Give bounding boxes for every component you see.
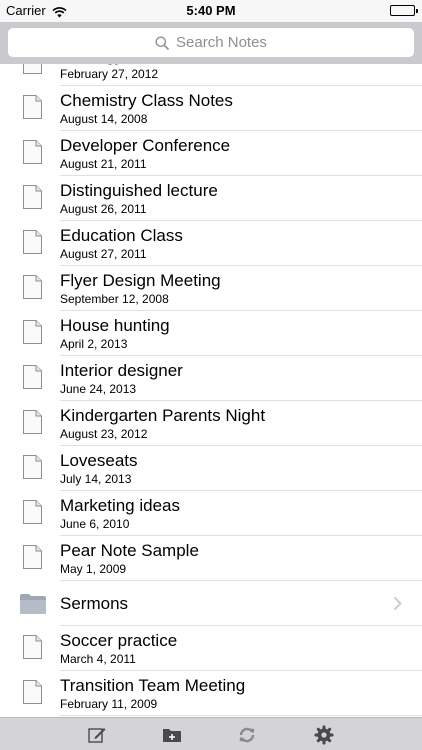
folder-row[interactable]: Sermons: [0, 581, 422, 626]
note-row[interactable]: Chemistry Class Notes August 14, 2008: [0, 86, 422, 131]
document-icon: [23, 320, 42, 344]
note-title: Chemistry Class Notes: [60, 91, 233, 110]
document-icon: [23, 635, 42, 659]
note-row[interactable]: Education Class August 27, 2011: [0, 221, 422, 266]
note-row[interactable]: Loveseats July 14, 2013: [0, 446, 422, 491]
document-icon: [23, 365, 42, 389]
note-date: April 2, 2013: [60, 337, 128, 351]
note-date: February 11, 2009: [60, 697, 158, 711]
folder-icon: [19, 593, 47, 615]
note-row[interactable]: House hunting April 2, 2013: [0, 311, 422, 356]
battery-icon: [390, 5, 418, 16]
document-icon: [23, 275, 42, 299]
document-icon: [23, 500, 42, 524]
document-icon: [23, 140, 42, 164]
note-row[interactable]: StrategyFebruary 27, 2012: [0, 64, 422, 86]
search-bar: Search Notes: [0, 22, 422, 64]
note-date: August 21, 2011: [60, 157, 147, 171]
note-title: Pear Note Sample: [60, 541, 199, 560]
note-row[interactable]: Kindergarten Parents Night August 23, 201…: [0, 401, 422, 446]
document-icon: [23, 455, 42, 479]
search-icon: [155, 36, 169, 50]
note-date: September 12, 2008: [60, 292, 169, 306]
note-row[interactable]: Distinguished lecture August 26, 2011: [0, 176, 422, 221]
document-icon: [23, 95, 42, 119]
document-icon: [23, 64, 42, 74]
note-row[interactable]: Flyer Design Meeting September 12, 2008: [0, 266, 422, 311]
document-icon: [23, 185, 42, 209]
note-row[interactable]: Pear Note Sample May 1, 2009: [0, 536, 422, 581]
note-date: July 14, 2013: [60, 472, 132, 486]
document-icon: [23, 545, 42, 569]
folder-title: Sermons: [60, 594, 129, 613]
note-title: Developer Conference: [60, 136, 231, 155]
note-date: August 14, 2008: [60, 112, 148, 126]
note-title: Loveseats: [60, 451, 138, 470]
search-placeholder: Search Notes: [176, 34, 267, 51]
note-title: Transition Team Meeting: [60, 676, 246, 695]
note-row[interactable]: Soccer practice March 4, 2011: [0, 626, 422, 671]
note-date: August 23, 2012: [60, 427, 148, 441]
note-date: June 24, 2013: [60, 382, 137, 396]
note-date: August 26, 2011: [60, 202, 147, 216]
compose-icon[interactable]: [86, 724, 108, 746]
note-row[interactable]: Marketing ideas June 6, 2010: [0, 491, 422, 536]
note-date: February 27, 2012: [60, 67, 159, 81]
note-date: August 27, 2011: [60, 247, 147, 261]
clock: 5:40 PM: [186, 3, 236, 18]
note-title: Marketing ideas: [60, 496, 181, 515]
new-folder-icon[interactable]: [161, 724, 183, 746]
note-row[interactable]: Developer Conference August 21, 2011: [0, 131, 422, 176]
sync-icon[interactable]: [236, 724, 258, 746]
note-title: Soccer practice: [60, 631, 178, 650]
note-title: Strategy: [60, 64, 123, 66]
settings-icon[interactable]: [313, 724, 335, 746]
chevron-right-icon: [393, 596, 402, 611]
note-row[interactable]: Transition Team Meeting February 11, 2009: [0, 671, 422, 716]
document-icon: [23, 410, 42, 434]
bottom-toolbar: [0, 717, 422, 750]
document-icon: [23, 230, 42, 254]
note-date: May 1, 2009: [60, 562, 127, 576]
note-title: Education Class: [60, 226, 183, 245]
note-title: Distinguished lecture: [60, 181, 218, 200]
note-title: Flyer Design Meeting: [60, 271, 221, 290]
notes-list[interactable]: StrategyFebruary 27, 2012Chemistry Class…: [0, 64, 422, 717]
note-date: March 4, 2011: [60, 652, 136, 666]
note-title: Interior designer: [60, 361, 183, 380]
note-title: House hunting: [60, 316, 170, 335]
note-date: June 6, 2010: [60, 517, 130, 531]
document-icon: [23, 680, 42, 704]
note-title: Kindergarten Parents Night: [60, 406, 266, 425]
status-bar: Carrier 5:40 PM: [0, 0, 422, 22]
note-row[interactable]: Interior designer June 24, 2013: [0, 356, 422, 401]
search-input[interactable]: Search Notes: [8, 28, 414, 57]
